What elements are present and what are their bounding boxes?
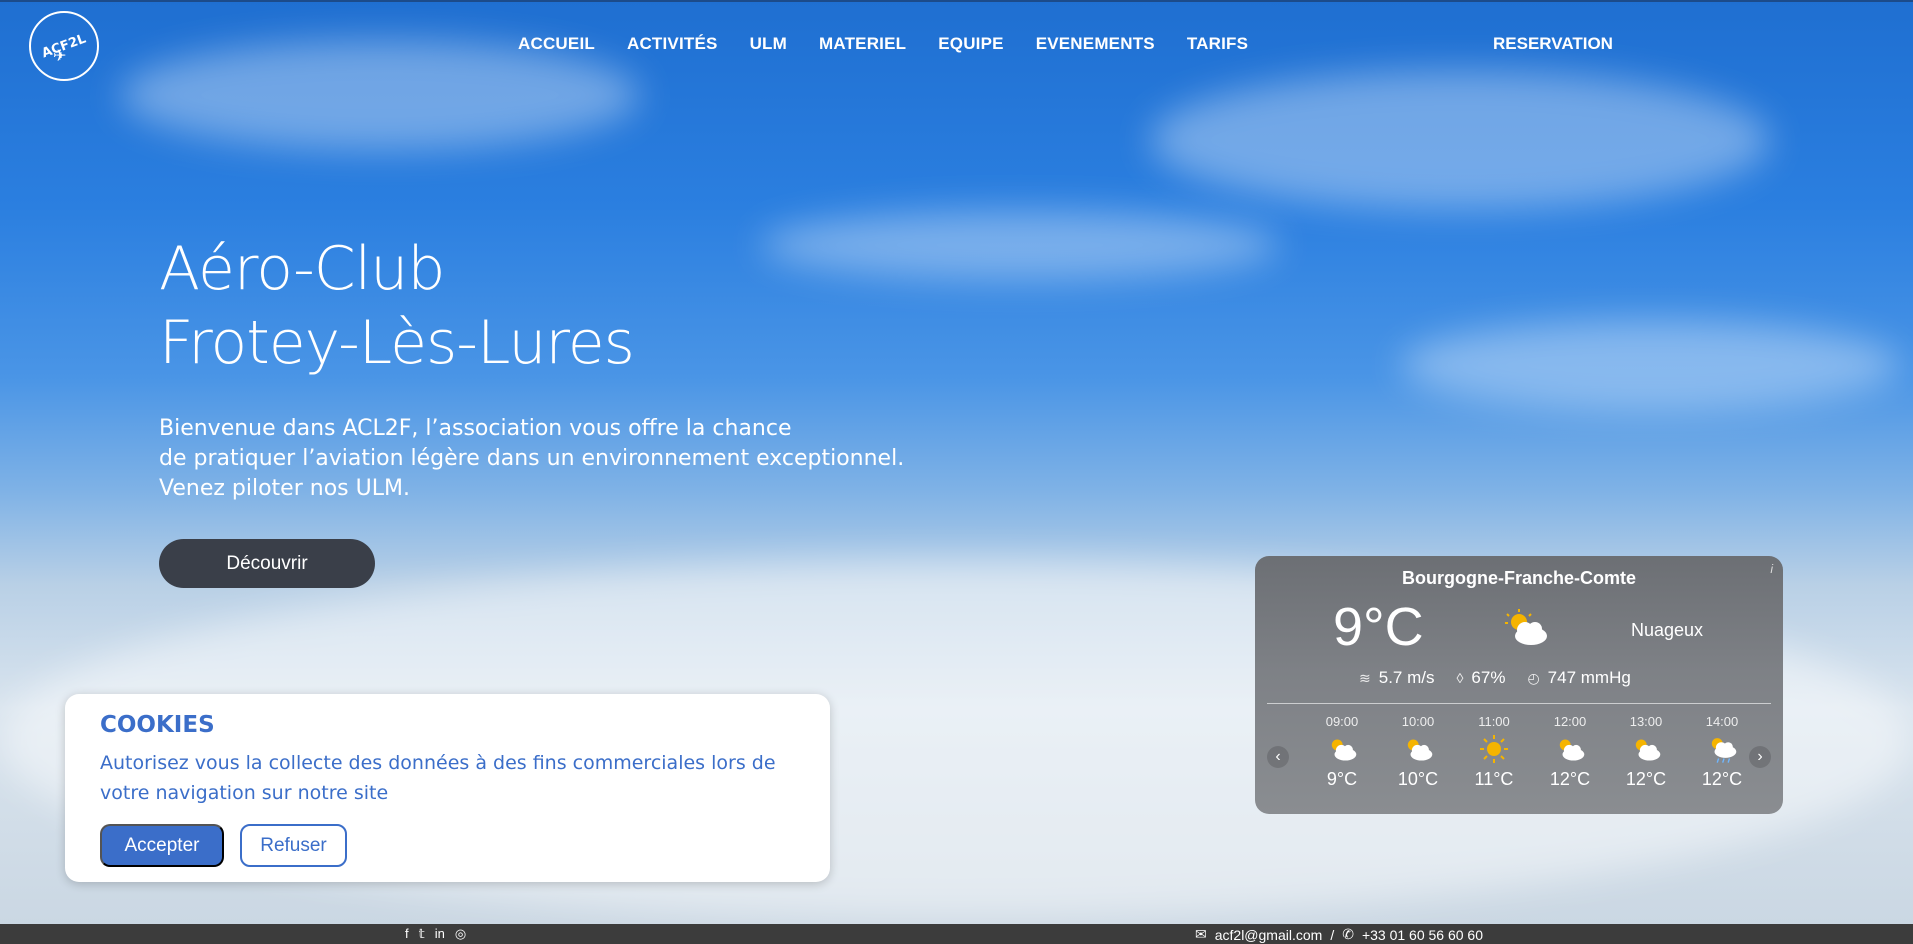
forecast-hour: 10:00 10°C [1380,714,1456,790]
nav-item-materiel[interactable]: MATERIEL [819,34,906,54]
pressure-value: 747 mmHg [1547,668,1631,687]
forecast-hour: 12:00 12°C [1532,714,1608,790]
hero-title-line: Frotey-Lès-Lures [159,308,635,378]
discover-button[interactable]: Découvrir [159,539,375,588]
site-logo[interactable]: ACF2L ✈ [29,11,99,81]
humidity-stat: ◊ 67% [1456,668,1505,688]
partly-cloudy-icon [1380,729,1456,769]
email-link[interactable]: acf2l@gmail.com [1215,927,1323,943]
forecast-temp: 12°C [1549,769,1591,789]
forecast-time: 14:00 [1705,714,1739,729]
cookie-actions: Accepter Refuser [100,824,347,867]
cloud-decoration [760,210,1280,280]
nav-item-activites[interactable]: ACTIVITÉS [627,34,718,54]
weather-widget: i Bourgogne-Franche-Comte 9°C Nuageux ≋ 5… [1255,556,1783,814]
weather-region: Bourgogne-Franche-Comte [1402,568,1636,588]
hero-text-line: de pratiquer l’aviation légère dans un e… [159,446,905,471]
partly-cloudy-icon [1608,729,1684,769]
hero-text-line: Bienvenue dans ACL2F, l’association vous… [159,416,792,441]
sun-icon [1456,729,1532,769]
forecast-time: 10:00 [1401,714,1435,729]
pressure-stat: ◴ 747 mmHg [1527,668,1630,688]
divider [1267,703,1771,704]
contact-info: ✉ acf2l@gmail.com / ✆ +33 01 60 56 60 60 [1195,926,1483,943]
cloud-decoration [1400,320,1900,410]
gauge-icon: ◴ [1527,669,1540,686]
top-border [0,0,1913,2]
wind-icon: ≋ [1359,669,1371,686]
partly-cloudy-icon [1532,729,1608,769]
cookie-banner: COOKIES Autorisez vous la collecte des d… [65,694,830,882]
hero-description: Bienvenue dans ACL2F, l’association vous… [159,414,904,504]
weather-condition: Nuageux [1631,620,1704,640]
phone-icon: ✆ [1342,926,1354,942]
nav-item-ulm[interactable]: ULM [750,34,787,54]
current-temperature: 9°C [1333,597,1424,657]
wind-value: 5.7 m/s [1378,668,1435,687]
drop-icon: ◊ [1456,670,1464,686]
linkedin-icon[interactable]: in [435,926,445,942]
hero-text-line: Venez piloter nos ULM. [159,476,410,501]
nav-item-equipe[interactable]: EQUIPE [938,34,1003,54]
nav-item-accueil[interactable]: ACCUEIL [518,34,595,54]
footer-bar: f 𝕥 in ◎ ✉ acf2l@gmail.com / ✆ +33 01 60… [0,924,1913,944]
phone-link[interactable]: +33 01 60 56 60 60 [1362,927,1483,943]
cloud-decoration [1150,70,1770,210]
prev-arrow-icon[interactable]: ‹ [1267,746,1289,768]
facebook-icon[interactable]: f [405,926,409,942]
accept-cookies-button[interactable]: Accepter [100,824,224,867]
weather-stats: ≋ 5.7 m/s ◊ 67% ◴ 747 mmHg [1359,668,1631,688]
forecast-temp: 9°C [1326,769,1358,789]
hero-title: Aéro-Club Frotey-Lès-Lures [159,232,635,380]
forecast-time: 13:00 [1629,714,1663,729]
social-links: f 𝕥 in ◎ [405,926,466,942]
forecast-temp: 11°C [1474,769,1514,789]
plane-icon: ✈ [53,46,67,65]
forecast-hour: 13:00 12°C [1608,714,1684,790]
refuse-cookies-button[interactable]: Refuser [240,824,347,867]
mail-icon: ✉ [1195,926,1207,942]
nav-item-tarifs[interactable]: TARIFS [1187,34,1248,54]
instagram-icon[interactable]: ◎ [455,926,466,942]
partly-cloudy-icon [1501,608,1551,653]
forecast-hour: 09:00 9°C [1304,714,1380,790]
twitter-icon[interactable]: 𝕥 [419,926,425,942]
reservation-link[interactable]: RESERVATION [1493,34,1613,54]
forecast-temp: 10°C [1397,769,1439,789]
main-nav: ACCUEIL ACTIVITÉS ULM MATERIEL EQUIPE EV… [518,34,1280,54]
forecast-temp: 12°C [1625,769,1667,789]
hero-title-line: Aéro-Club [159,234,445,304]
partly-cloudy-icon [1304,729,1380,769]
cookie-title: COOKIES [100,712,215,738]
cookie-text: Autorisez vous la collecte des données à… [100,752,776,804]
wind-stat: ≋ 5.7 m/s [1359,668,1434,688]
humidity-value: 67% [1471,668,1506,687]
forecast-time: 09:00 [1325,714,1359,729]
cloud-decoration [120,40,640,150]
forecast-hour: 14:00 12°C [1684,714,1760,790]
forecast-hour: 11:00 11°C [1456,714,1532,790]
nav-item-evenements[interactable]: EVENEMENTS [1036,34,1155,54]
hourly-forecast: 09:00 9°C 10:00 10°C 11:00 11°C 12:00 12°C 13:00… [1304,714,1760,790]
forecast-time: 12:00 [1553,714,1587,729]
forecast-temp: 12°C [1701,769,1743,789]
separator: / [1330,926,1335,943]
forecast-time: 11:00 [1478,714,1510,729]
rain-icon [1684,729,1760,769]
